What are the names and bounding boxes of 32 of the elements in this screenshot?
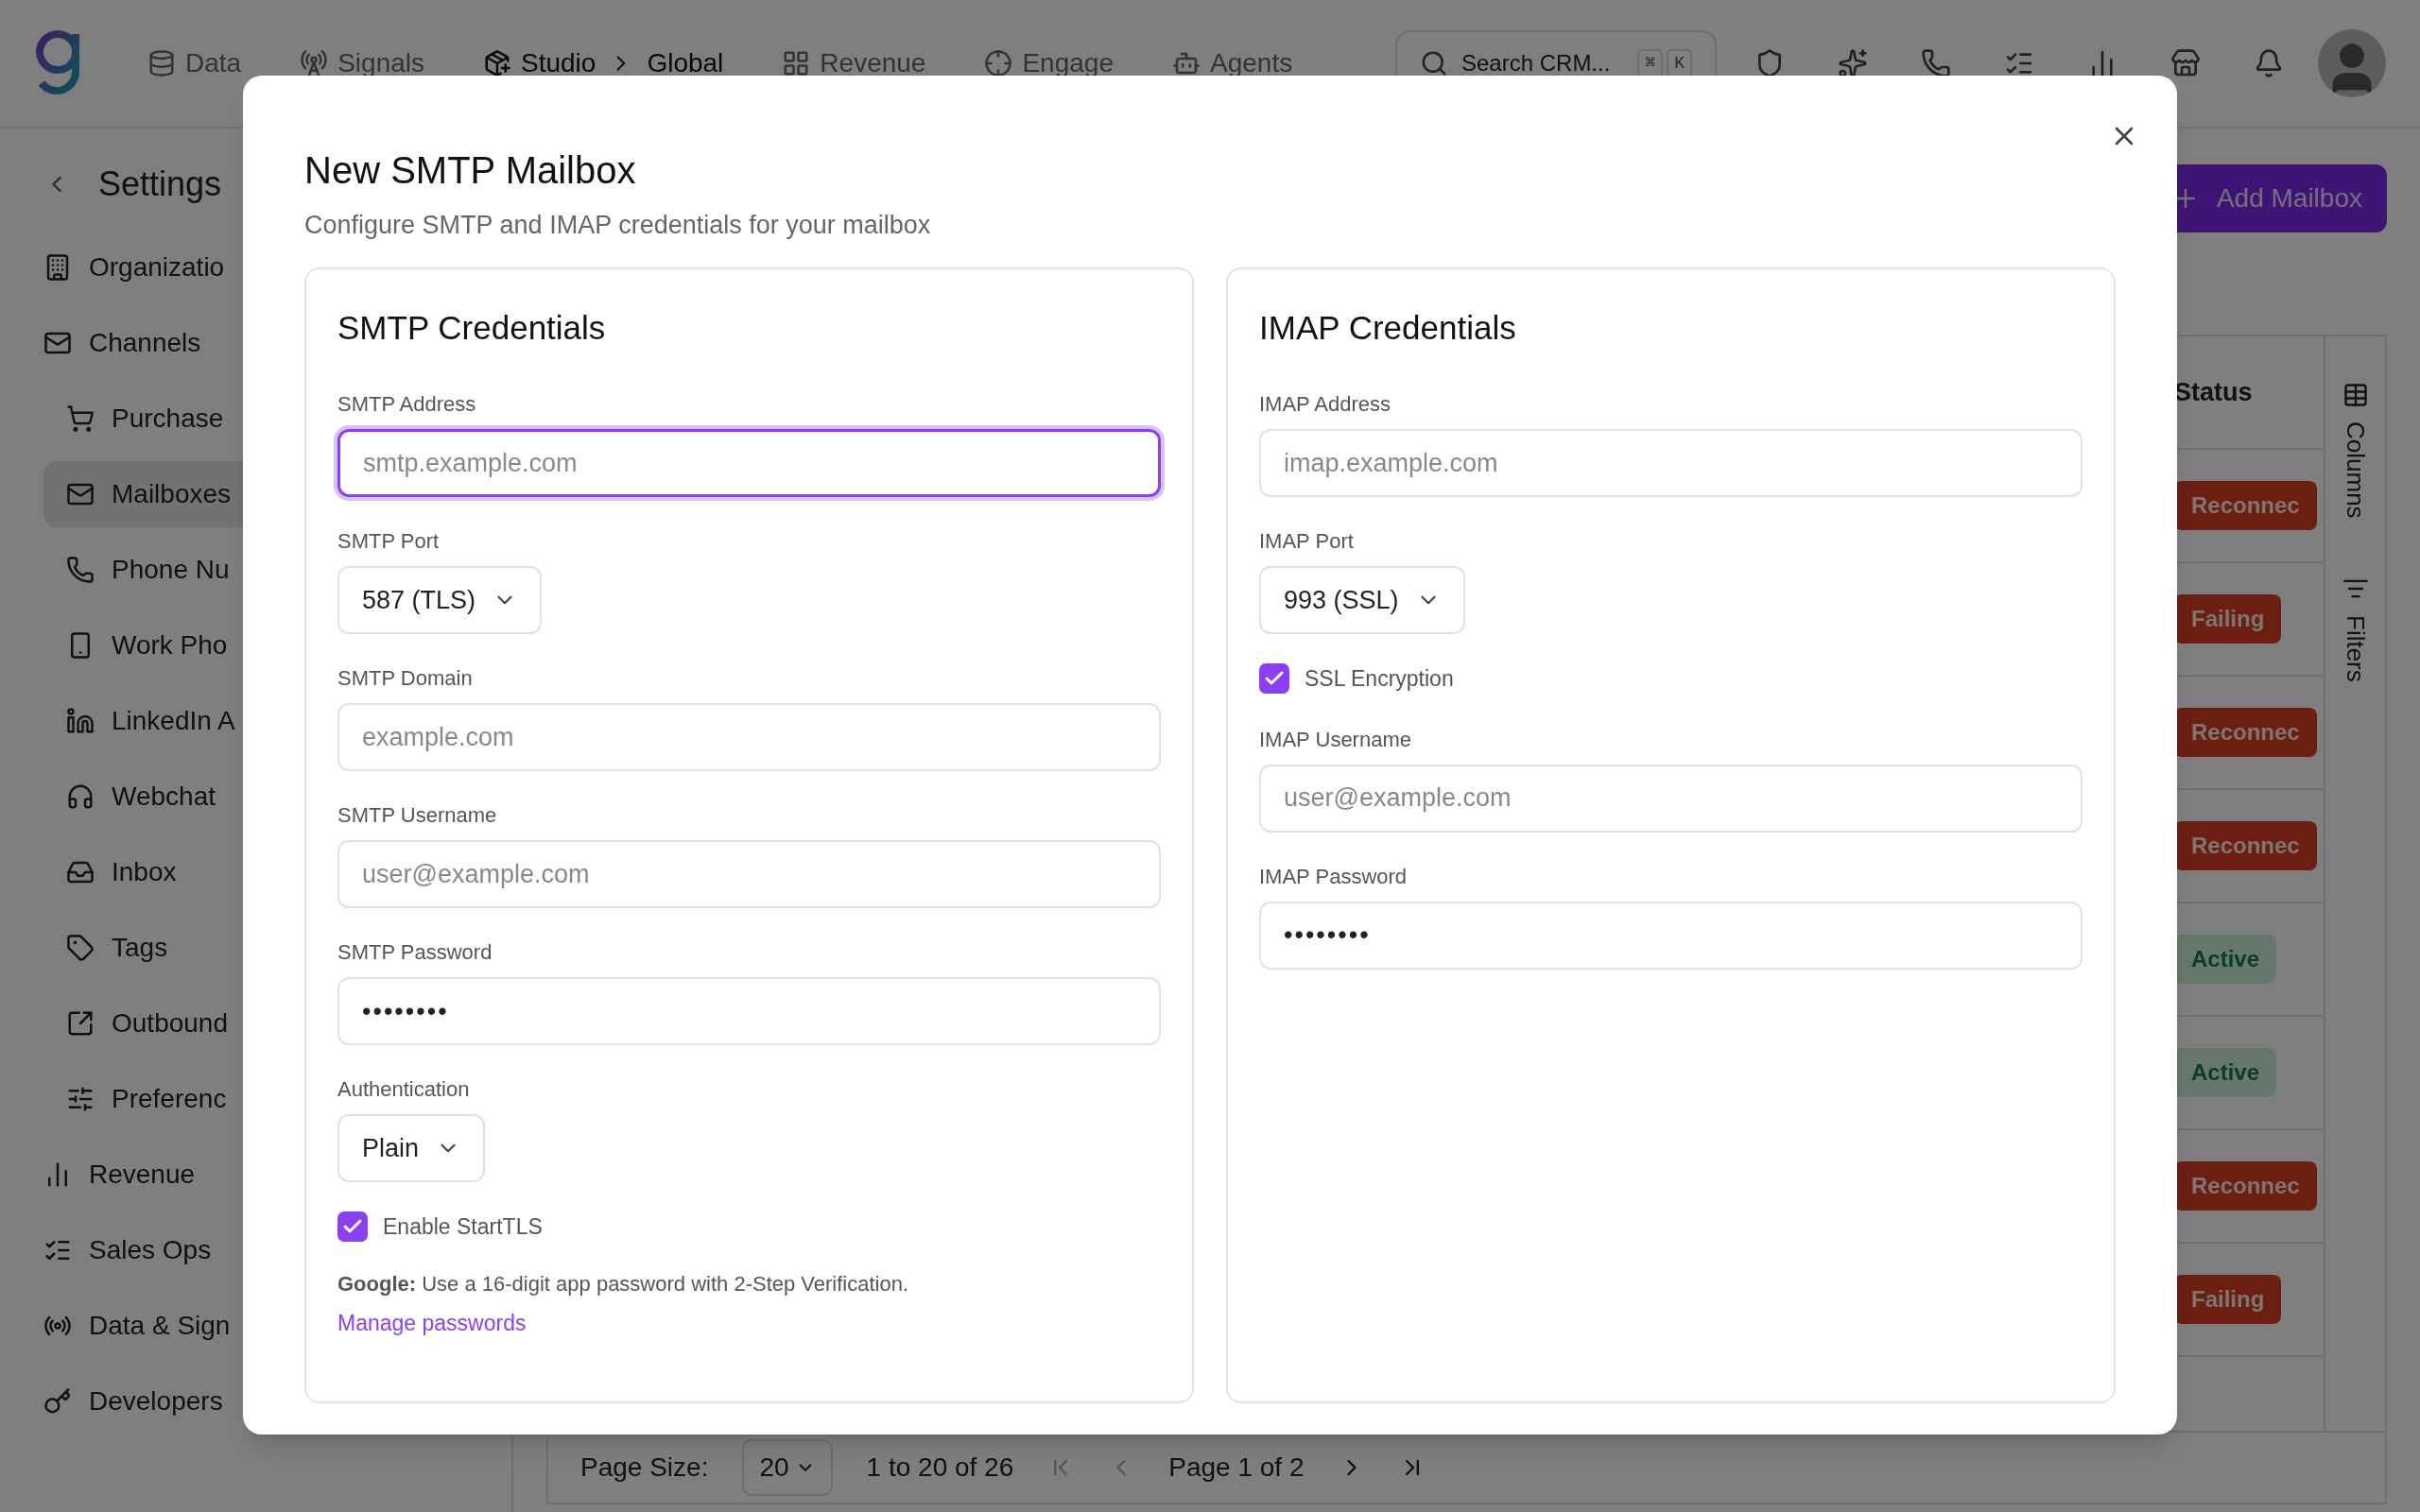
dialog-subtitle: Configure SMTP and IMAP credentials for your mailbox [304,210,932,241]
field-label: IMAP Username [1259,726,1412,753]
side-panel-label: Columns [2341,421,2371,519]
help-text: Google: Use a 16-digit app password with 2-Step Verification. [337,1270,910,1297]
status-badge: Active [2174,1048,2277,1097]
field-label: SMTP Password [337,939,493,966]
field-label: SMTP Address [337,391,477,418]
search-placeholder: Search CRM... [1461,49,1611,77]
range-text: 1 to 20 of 26 [866,1452,1014,1484]
field-label: Authentication [337,1076,470,1103]
page-text: Page 1 of 2 [1168,1452,1305,1484]
status-badge: Active [2174,935,2277,984]
status-badge: Reconnec [2174,708,2317,757]
field-label: IMAP Address [1259,391,1392,418]
field-label: SMTP Domain [337,665,474,692]
field-label: IMAP Password [1259,863,1409,890]
status-badge: Failing [2174,594,2282,644]
status-badge: Reconnec [2174,481,2317,530]
dialog-title: New SMTP Mailbox [304,148,637,193]
field-label: SMTP Username [337,802,498,829]
page-size-label: Page Size: [580,1452,709,1484]
field-label: SMTP Port [337,528,440,555]
sidebar-title: Settings [98,163,222,205]
status-badge: Reconnec [2174,1161,2317,1211]
status-badge: Reconnec [2174,821,2317,870]
side-panel-label: Filters [2341,614,2371,682]
card-title: SMTP Credentials [337,307,607,348]
status-badge: Failing [2174,1275,2282,1324]
checkbox-label: Enable StartTLS [383,1213,543,1241]
field-label: IMAP Port [1259,528,1354,555]
checkbox-label: SSL Encryption [1305,665,1454,693]
card-title: IMAP Credentials [1259,307,1517,348]
